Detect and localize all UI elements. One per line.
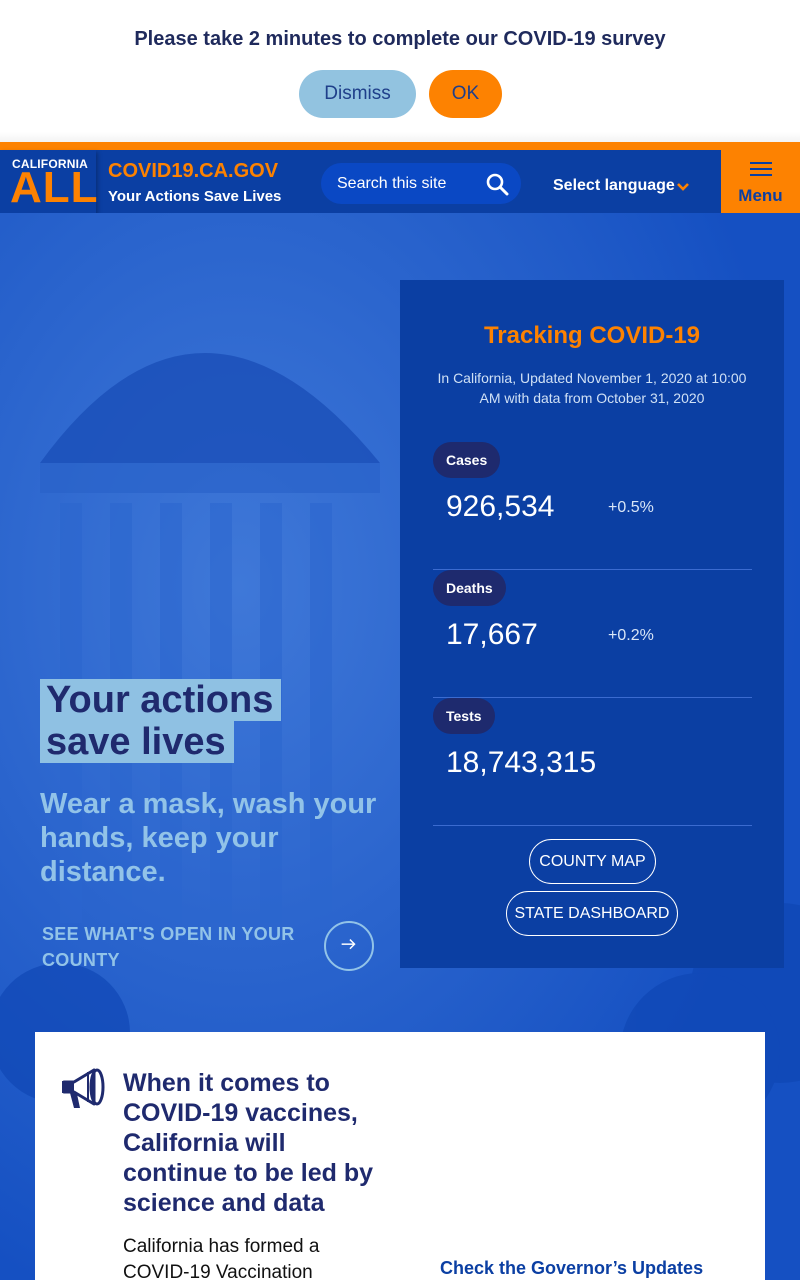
stat-cases: Cases 926,534 +0.5% bbox=[433, 442, 752, 570]
ok-button[interactable]: OK bbox=[429, 70, 502, 118]
headline-line-2: save lives bbox=[40, 721, 234, 763]
stat-change: +0.2% bbox=[608, 627, 654, 644]
vaccine-panel: When it comes to COVID-19 vaccines, Cali… bbox=[35, 1032, 765, 1280]
stat-label-badge: Tests bbox=[433, 698, 495, 734]
stat-tests: Tests 18,743,315 bbox=[433, 698, 752, 826]
megaphone-icon bbox=[62, 1068, 105, 1108]
stat-value: 17,667 bbox=[446, 618, 538, 651]
stat-label-badge: Deaths bbox=[433, 570, 506, 606]
hamburger-icon bbox=[750, 162, 772, 176]
survey-message: Please take 2 minutes to complete our CO… bbox=[134, 28, 666, 50]
survey-banner: Please take 2 minutes to complete our CO… bbox=[0, 0, 800, 132]
dismiss-button[interactable]: Dismiss bbox=[299, 70, 416, 118]
chevron-down-icon[interactable] bbox=[676, 180, 690, 194]
hero-subhead: Wear a mask, wash your hands, keep your … bbox=[40, 788, 377, 888]
arrow-right-icon bbox=[341, 939, 356, 950]
governor-updates-link[interactable]: Check the Governor’s Updates bbox=[440, 1258, 703, 1279]
site-tagline: Your Actions Save Lives bbox=[108, 188, 282, 205]
stat-label-badge: Cases bbox=[433, 442, 501, 478]
banner-divider bbox=[0, 132, 800, 142]
stat-deaths: Deaths 17,667 +0.2% bbox=[433, 570, 752, 698]
search-input[interactable] bbox=[337, 163, 477, 204]
hero-section: Your actions save lives Wear a mask, was… bbox=[0, 213, 800, 1280]
site-title[interactable]: COVID19.CA.GOV bbox=[108, 160, 278, 183]
whats-open-link[interactable]: SEE WHAT'S OPEN IN YOUR COUNTY bbox=[42, 921, 312, 973]
state-dashboard-button[interactable]: STATE DASHBOARD bbox=[506, 891, 678, 936]
tracking-title: Tracking COVID-19 bbox=[483, 322, 701, 349]
hero-headline: Your actions save lives bbox=[40, 679, 282, 763]
search-box bbox=[321, 163, 521, 204]
stat-change: +0.5% bbox=[608, 499, 654, 516]
stat-value: 926,534 bbox=[446, 490, 555, 523]
whats-open-arrow-button[interactable] bbox=[324, 921, 374, 971]
logo-main-text: ALL bbox=[10, 163, 99, 212]
menu-label: Menu bbox=[738, 186, 783, 205]
language-select[interactable]: Select language bbox=[553, 177, 675, 195]
menu-button[interactable]: Menu bbox=[721, 150, 800, 213]
vaccine-body: California has formed a COVID-19 Vaccina… bbox=[123, 1236, 320, 1280]
headline-line-1: Your actions bbox=[40, 679, 282, 721]
california-all-logo[interactable]: CALIFORNIA ALL bbox=[0, 150, 99, 215]
vaccine-title[interactable]: When it comes to COVID-19 vaccines, Cali… bbox=[123, 1068, 393, 1218]
search-icon[interactable] bbox=[485, 172, 509, 196]
tracking-covid-card: Tracking COVID-19 In California, Updated… bbox=[400, 280, 784, 968]
stat-value: 18,743,315 bbox=[446, 746, 597, 779]
tracking-updated-text: In California, Updated November 1, 2020 … bbox=[437, 370, 747, 406]
county-map-button[interactable]: COUNTY MAP bbox=[529, 839, 656, 884]
